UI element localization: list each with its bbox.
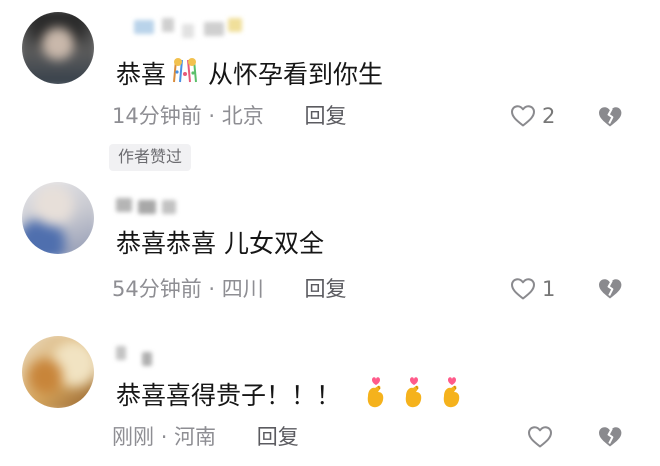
reply-button[interactable]: 回复 xyxy=(304,104,346,128)
avatar[interactable] xyxy=(22,12,94,84)
dislike-button[interactable] xyxy=(596,424,624,450)
meta-separator: · xyxy=(208,277,216,301)
dislike-button[interactable] xyxy=(596,276,624,302)
finger-heart-emoji-icon xyxy=(363,374,389,418)
finger-heart-emoji-icon xyxy=(439,374,465,418)
timestamp: 54分钟前 xyxy=(112,277,202,301)
confetti-emoji-icon xyxy=(170,56,200,94)
username-blurred[interactable] xyxy=(116,344,256,366)
comment-text: 恭喜恭喜 儿女双全 xyxy=(116,229,324,258)
username-blurred[interactable] xyxy=(116,16,256,38)
like-count: 1 xyxy=(542,277,556,301)
comment-text: 恭喜喜得贵子！！！ xyxy=(116,374,465,418)
location: 北京 xyxy=(221,104,264,128)
like-button[interactable]: 2 xyxy=(510,104,555,128)
comment-item: 恭喜 从怀孕看到你生 14分钟前 · 北京 回复 2 作者赞过 xyxy=(0,0,660,176)
heart-outline-icon xyxy=(511,278,535,300)
reply-button[interactable]: 回复 xyxy=(304,277,346,301)
username-blurred[interactable] xyxy=(116,196,256,218)
like-button[interactable]: 1 xyxy=(510,277,555,301)
avatar[interactable] xyxy=(22,182,94,254)
comment-meta: 刚刚 · 河南 回复 xyxy=(112,424,299,450)
like-button[interactable] xyxy=(527,425,553,449)
location: 河南 xyxy=(174,425,217,449)
timestamp: 14分钟前 xyxy=(112,104,202,128)
reply-button[interactable]: 回复 xyxy=(257,425,299,449)
comment-meta: 54分钟前 · 四川 回复 xyxy=(112,276,346,302)
author-liked-badge: 作者赞过 xyxy=(109,144,192,171)
broken-heart-icon xyxy=(599,107,622,127)
like-count: 2 xyxy=(542,104,556,128)
location: 四川 xyxy=(221,277,264,301)
heart-outline-icon xyxy=(511,105,535,127)
comment-meta: 14分钟前 · 北京 回复 xyxy=(112,103,346,129)
broken-heart-icon xyxy=(599,279,622,299)
timestamp: 刚刚 xyxy=(112,425,154,449)
avatar[interactable] xyxy=(22,336,94,408)
meta-separator: · xyxy=(160,425,168,449)
dislike-button[interactable] xyxy=(596,104,624,130)
comment-item: 恭喜恭喜 儿女双全 54分钟前 · 四川 回复 1 xyxy=(0,176,660,316)
heart-outline-icon xyxy=(528,426,552,448)
broken-heart-icon xyxy=(599,427,622,447)
meta-separator: · xyxy=(208,104,216,128)
finger-heart-emoji-icon xyxy=(401,374,427,418)
comment-text: 恭喜 从怀孕看到你生 xyxy=(116,56,383,94)
comment-item: 恭喜喜得贵子！！！ 刚刚 · 河南 回复 xyxy=(0,316,660,466)
